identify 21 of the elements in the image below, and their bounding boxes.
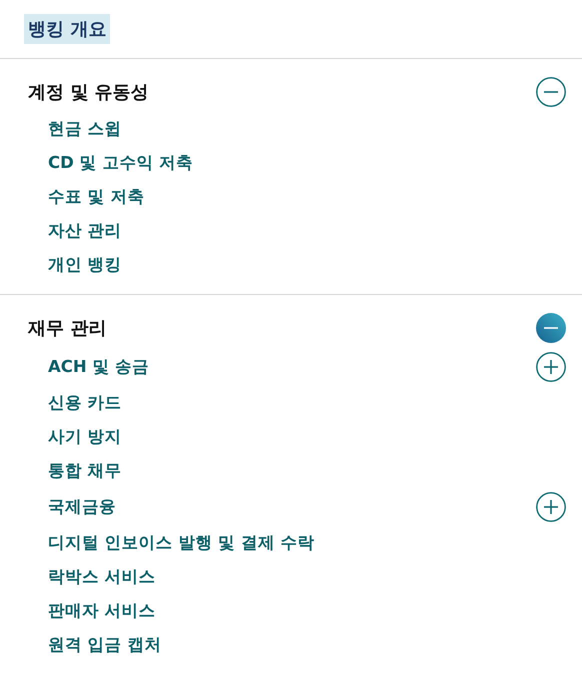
- section-title[interactable]: 재무 관리: [28, 316, 106, 340]
- nav-link[interactable]: CD 및 고수익 저축: [48, 152, 194, 174]
- nav-link[interactable]: 디지털 인보이스 발행 및 결제 수락: [48, 532, 315, 554]
- overview-link[interactable]: 뱅킹 개요: [24, 14, 110, 44]
- nav-link[interactable]: 자산 관리: [48, 220, 122, 242]
- section-title[interactable]: 계정 및 유동성: [28, 80, 149, 104]
- expand-icon[interactable]: [536, 352, 566, 382]
- nav-link[interactable]: 통합 채무: [48, 460, 122, 482]
- nav-link[interactable]: 사기 방지: [48, 426, 122, 448]
- nav-link[interactable]: 수표 및 저축: [48, 186, 144, 208]
- nav-link[interactable]: ACH 및 송금: [48, 356, 150, 378]
- nav-link[interactable]: 원격 입금 캡처: [48, 634, 162, 656]
- nav-link[interactable]: 락박스 서비스: [48, 566, 156, 588]
- nav-link[interactable]: 개인 뱅킹: [48, 254, 122, 276]
- nav-link[interactable]: 현금 스윕: [48, 118, 122, 140]
- collapse-icon[interactable]: [536, 313, 566, 343]
- nav-link[interactable]: 판매자 서비스: [48, 600, 156, 622]
- nav-link[interactable]: 신용 카드: [48, 392, 122, 414]
- collapse-icon[interactable]: [536, 77, 566, 107]
- expand-icon[interactable]: [536, 492, 566, 522]
- nav-link[interactable]: 국제금융: [48, 496, 116, 518]
